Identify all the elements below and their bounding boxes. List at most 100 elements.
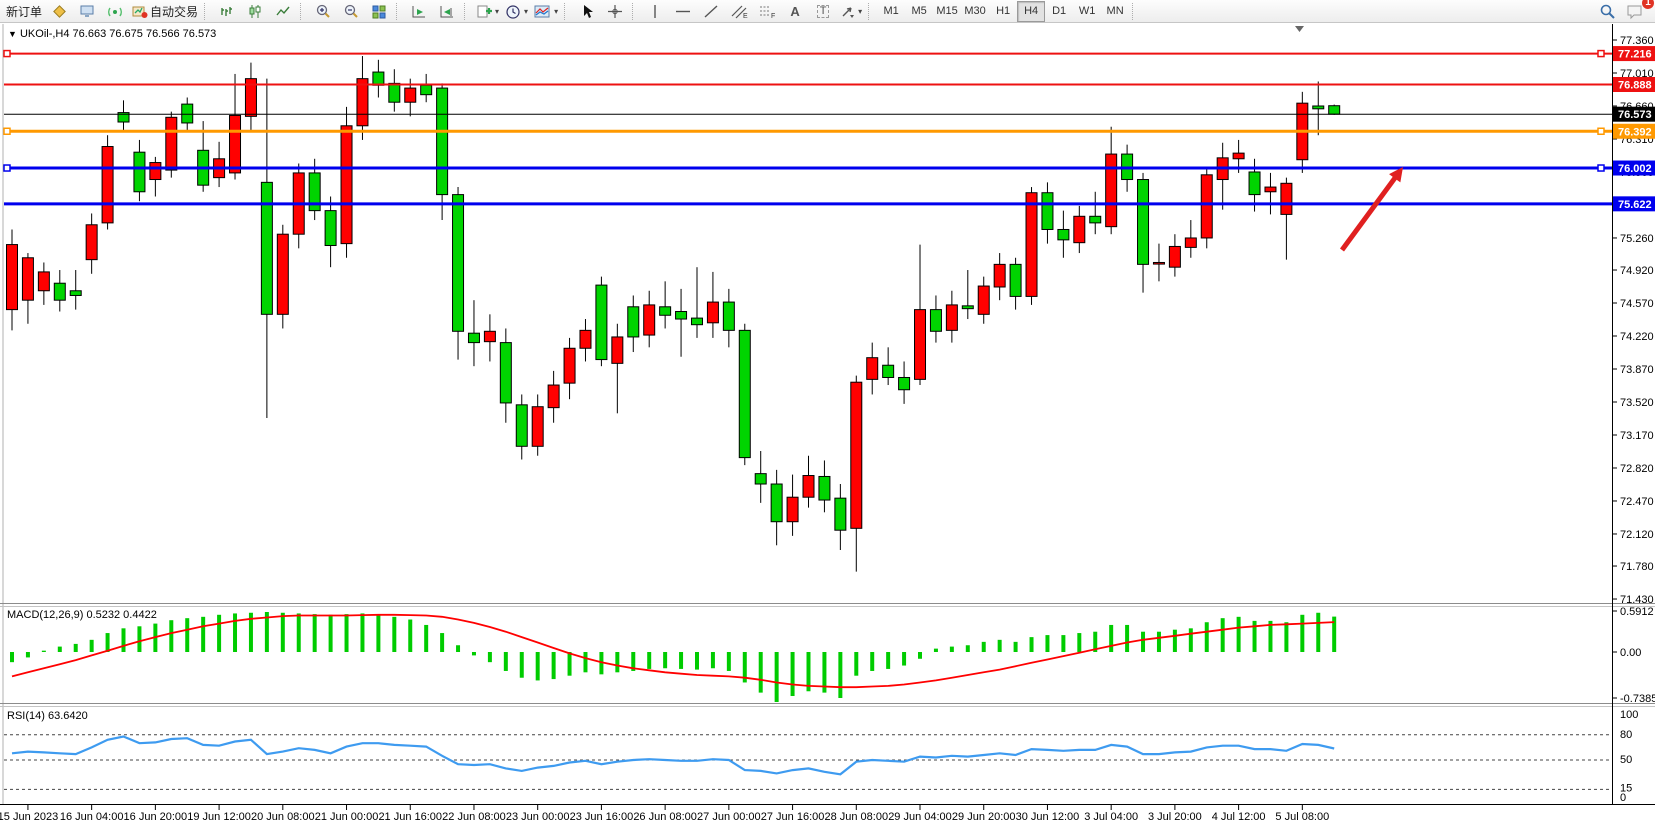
line-handle[interactable]: [4, 51, 10, 57]
time-tick-label: 16 Jun 20:00: [124, 811, 188, 823]
toolbar: 新订单 自动交易: [0, 0, 1655, 23]
crosshair-button[interactable]: [601, 0, 629, 22]
bar-chart-button[interactable]: [213, 0, 241, 22]
auto-scroll-icon: [411, 4, 427, 19]
gold-diamond-icon: [52, 4, 67, 19]
market-watch-icon[interactable]: [45, 0, 73, 22]
toolbar-separator: [868, 3, 873, 20]
candle-body: [453, 195, 464, 332]
collapse-arrow-icon[interactable]: ▼: [8, 29, 17, 39]
zoom-out-icon: [343, 3, 359, 19]
timeframe-m30[interactable]: M30: [961, 1, 989, 22]
new-order-button[interactable]: 新订单: [3, 0, 45, 22]
candle-body: [1185, 238, 1196, 247]
text-tool[interactable]: A: [781, 0, 809, 22]
text-label-tool[interactable]: T: [809, 0, 837, 22]
time-tick-label: 5 Jul 08:00: [1275, 811, 1329, 823]
candle-body: [1042, 193, 1053, 230]
timeframe-h4[interactable]: H4: [1017, 1, 1045, 22]
tile-windows-icon: [371, 4, 387, 19]
time-tick-label: 21 Jun 16:00: [378, 811, 442, 823]
search-button[interactable]: [1593, 0, 1621, 22]
signals-icon[interactable]: [101, 0, 129, 22]
timeframe-m15[interactable]: M15: [933, 1, 961, 22]
vertical-line-tool[interactable]: [641, 0, 669, 22]
candle-body: [691, 318, 702, 325]
line-handle[interactable]: [1598, 51, 1604, 57]
search-icon: [1599, 3, 1616, 20]
zoom-out-button[interactable]: [337, 0, 365, 22]
chart-shift-button[interactable]: [433, 0, 461, 22]
time-tick-label: 29 Jun 04:00: [888, 811, 952, 823]
timeframe-w1[interactable]: W1: [1073, 1, 1101, 22]
toolbar-separator: [1132, 3, 1137, 20]
time-tick-label: 23 Jun 16:00: [570, 811, 634, 823]
auto-trading-icon: [132, 4, 148, 19]
time-tick-label: 30 Jun 12:00: [1016, 811, 1080, 823]
horizontal-line-icon: [675, 4, 691, 19]
templates-button[interactable]: ▾: [531, 0, 561, 22]
candle-body: [739, 330, 750, 457]
candle-body: [580, 330, 591, 348]
candle-body: [102, 147, 113, 223]
price-tick-label: 73.870: [1620, 364, 1654, 376]
auto-scroll-button[interactable]: [405, 0, 433, 22]
cursor-button[interactable]: [573, 0, 601, 22]
candle-body: [819, 476, 830, 500]
rsi-scale-label: 100: [1620, 709, 1638, 721]
candle-body: [930, 310, 941, 332]
line-chart-button[interactable]: [269, 0, 297, 22]
candle-body: [484, 331, 495, 341]
price-tick-label: 74.220: [1620, 331, 1654, 343]
line-handle[interactable]: [1598, 128, 1604, 134]
line-handle[interactable]: [1598, 165, 1604, 171]
channel-tool[interactable]: E: [725, 0, 753, 22]
candlestick-chart-icon: [247, 4, 263, 19]
auto-trading-button[interactable]: 自动交易: [129, 0, 201, 22]
price-badge-label: 76.888: [1618, 79, 1652, 91]
time-tick-label: 4 Jul 12:00: [1212, 811, 1266, 823]
arrows-tool[interactable]: ▾: [837, 0, 865, 22]
trendline-tool[interactable]: [697, 0, 725, 22]
timeframe-group: M1M5M15M30H1H4D1W1MN: [877, 1, 1129, 22]
candle-body: [1010, 264, 1021, 296]
trendline-icon: [703, 4, 719, 19]
candle-body: [389, 83, 400, 102]
notifications-button[interactable]: 1: [1621, 0, 1649, 22]
new-chart-button[interactable]: ▾: [473, 0, 502, 22]
time-tick-label: 22 Jun 08:00: [442, 811, 506, 823]
symbol-title[interactable]: ▼ UKOil-,H4 76.663 76.675 76.566 76.573: [8, 28, 216, 40]
candlestick-chart-button[interactable]: [241, 0, 269, 22]
time-tick-label: 3 Jul 20:00: [1148, 811, 1202, 823]
chevron-down-icon: ▾: [524, 7, 528, 16]
macd-scale-label: 0.5912: [1620, 606, 1654, 618]
terminal-icon[interactable]: [73, 0, 101, 22]
zoom-in-button[interactable]: [309, 0, 337, 22]
rsi-scale-label: 50: [1620, 754, 1632, 766]
channel-icon: E: [731, 4, 748, 19]
fibonacci-tool[interactable]: F: [753, 0, 781, 22]
horizontal-line-tool[interactable]: [669, 0, 697, 22]
period-button[interactable]: ▾: [502, 0, 531, 22]
chevron-down-icon: ▾: [858, 7, 862, 16]
tile-windows-button[interactable]: [365, 0, 393, 22]
candle-body: [437, 88, 448, 195]
chart-canvas[interactable]: 77.36077.01076.66076.31075.96075.61075.2…: [0, 0, 1655, 828]
line-handle[interactable]: [4, 165, 10, 171]
timeframe-d1[interactable]: D1: [1045, 1, 1073, 22]
candle-body: [261, 182, 272, 314]
line-handle[interactable]: [4, 128, 10, 134]
candle-body: [1090, 216, 1101, 223]
timeframe-m1[interactable]: M1: [877, 1, 905, 22]
timeframe-h1[interactable]: H1: [989, 1, 1017, 22]
signal-icon: [107, 4, 123, 19]
price-badge-label: 76.573: [1618, 109, 1652, 121]
price-tick-label: 72.470: [1620, 496, 1654, 508]
time-tick-label: 27 Jun 00:00: [697, 811, 761, 823]
rsi-scale-label: 80: [1620, 729, 1632, 741]
timeframe-m5[interactable]: M5: [905, 1, 933, 22]
time-tick-label: 15 Jun 2023: [0, 811, 58, 823]
timeframe-mn[interactable]: MN: [1101, 1, 1129, 22]
candle-body: [835, 498, 846, 530]
candle-body: [1313, 106, 1324, 109]
